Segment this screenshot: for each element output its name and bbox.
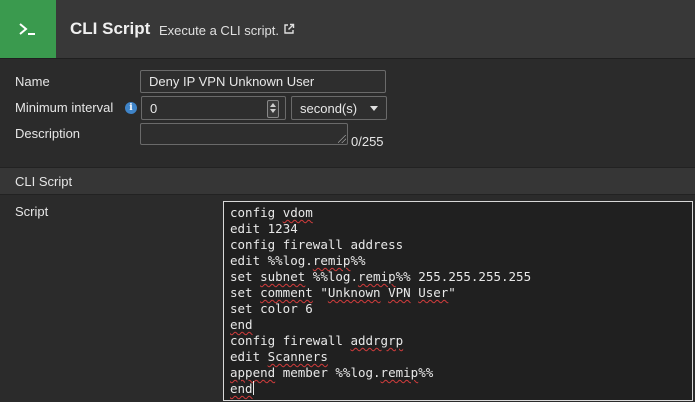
header-description-text[interactable]: Execute a CLI script. (159, 23, 279, 38)
text-cursor (252, 381, 254, 395)
description-char-count: 0/255 (351, 134, 384, 149)
script-line: config vdom (230, 205, 686, 221)
chevron-down-icon (370, 106, 378, 111)
interval-input-value: 0 (150, 100, 158, 116)
section-header: CLI Script (0, 167, 695, 195)
info-icon[interactable]: i (125, 102, 137, 114)
script-token: set color 6 (230, 301, 313, 316)
spellcheck-token: vdom (282, 205, 313, 220)
section-title: CLI Script (15, 174, 73, 189)
spellcheck-token: remip (357, 269, 396, 284)
interval-input[interactable]: 0 (141, 96, 286, 120)
script-token: config firewall addrgrp (230, 333, 404, 348)
external-link-icon[interactable] (283, 23, 295, 38)
spellcheck-token: end (230, 381, 253, 396)
description-label: Description (15, 126, 81, 141)
spellcheck-token: VPN (388, 285, 411, 300)
script-token: set subnet %%log.remip%% 255.255.255.255 (230, 269, 532, 284)
spellcheck-token: comment (260, 285, 313, 300)
script-token: end (230, 317, 253, 332)
interval-unit-select[interactable]: second(s) (291, 96, 387, 120)
spellcheck-token: addrgrp (350, 333, 404, 348)
name-label: Name (15, 74, 50, 89)
script-line: end (230, 317, 686, 333)
script-line: edit %%log.remip%% (230, 253, 686, 269)
terminal-icon (0, 0, 56, 58)
script-line: config firewall addrgrp (230, 333, 686, 349)
script-line: edit 1234 (230, 221, 686, 237)
script-line: set subnet %%log.remip%% 255.255.255.255 (230, 269, 686, 285)
script-editor[interactable]: config vdom edit 1234 config firewall ad… (223, 201, 693, 401)
script-line: append member %%log.remip%% (230, 365, 686, 381)
spellcheck-token: subnet (260, 269, 306, 284)
interval-unit-value: second(s) (300, 100, 358, 116)
script-token: edit 1234 (230, 221, 298, 236)
name-input-value: Deny IP VPN Unknown User (149, 74, 315, 89)
script-label: Script (15, 204, 49, 219)
spellcheck-token: User (418, 285, 449, 300)
script-token: edit Scanners (230, 349, 328, 364)
spellcheck-token: Unknown (327, 285, 381, 300)
script-line: end (230, 381, 686, 397)
header-description[interactable]: Execute a CLI script. (159, 23, 295, 38)
script-line: set comment "Unknown VPN User" (230, 285, 686, 301)
script-token: edit %%log.remip%% (230, 253, 366, 268)
chevron-up-icon[interactable] (270, 103, 276, 107)
interval-stepper[interactable] (267, 100, 279, 118)
page-title: CLI Script (70, 19, 151, 38)
spellcheck-token: end (230, 317, 253, 332)
script-token: set comment "Unknown VPN User" (230, 285, 456, 300)
interval-label: Minimum interval (15, 100, 114, 115)
resize-grip-icon[interactable] (338, 135, 346, 143)
spellcheck-token: remip (312, 253, 351, 268)
header-bar: CLI Script Execute a CLI script. (0, 0, 695, 59)
script-token: config vdom (230, 205, 313, 220)
script-line: config firewall address (230, 237, 686, 253)
script-token: config firewall address (230, 237, 404, 252)
chevron-down-icon[interactable] (270, 109, 276, 113)
script-token: end (230, 381, 253, 396)
spellcheck-token: Scanners (267, 349, 328, 364)
settings-form: Name Deny IP VPN Unknown User Minimum in… (0, 59, 695, 402)
script-token: append member %%log.remip%% (230, 365, 434, 380)
script-line: edit Scanners (230, 349, 686, 365)
name-input[interactable]: Deny IP VPN Unknown User (140, 70, 386, 93)
spellcheck-token: remip (380, 365, 419, 380)
script-line: set color 6 (230, 301, 686, 317)
spellcheck-token: append (230, 365, 276, 380)
description-textarea[interactable] (140, 123, 348, 145)
